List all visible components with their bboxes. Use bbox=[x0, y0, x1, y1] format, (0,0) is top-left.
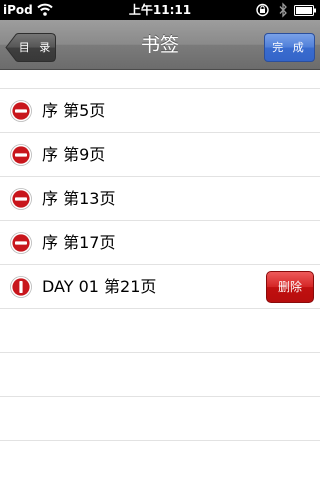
empty-row bbox=[0, 309, 320, 353]
done-button[interactable]: 完 成 bbox=[264, 33, 315, 62]
bookmark-label: 序 第9页 bbox=[42, 145, 106, 164]
empty-row bbox=[0, 397, 320, 441]
list-item[interactable]: 序 第9页 bbox=[0, 133, 320, 177]
delete-minus-icon[interactable] bbox=[10, 100, 32, 122]
screen: iPod 上午11:11 书签 目 录 完 成 序 第5页 序 第9页 序 第1… bbox=[0, 0, 320, 480]
bookmark-list: 序 第5页 序 第9页 序 第13页 序 第17页 DAY 01 第21页 删除 bbox=[0, 71, 320, 441]
list-item[interactable]: 序 第13页 bbox=[0, 177, 320, 221]
delete-minus-icon[interactable] bbox=[10, 232, 32, 254]
back-button-label: 目 录 bbox=[18, 41, 54, 54]
list-item[interactable]: DAY 01 第21页 删除 bbox=[0, 265, 320, 309]
bookmark-label: 序 第17页 bbox=[42, 233, 116, 252]
bookmark-label: 序 第5页 bbox=[42, 101, 106, 120]
bookmark-label: 序 第13页 bbox=[42, 189, 116, 208]
delete-minus-icon[interactable] bbox=[10, 144, 32, 166]
bookmark-label: DAY 01 第21页 bbox=[42, 277, 157, 296]
list-header-spacer bbox=[0, 71, 320, 89]
navigation-bar: 书签 目 录 完 成 bbox=[0, 20, 320, 70]
delete-minus-icon[interactable] bbox=[10, 188, 32, 210]
back-button[interactable]: 目 录 bbox=[5, 33, 56, 62]
delete-button[interactable]: 删除 bbox=[266, 271, 314, 303]
empty-row bbox=[0, 353, 320, 397]
delete-confirm-icon[interactable] bbox=[10, 276, 32, 298]
status-bar: iPod 上午11:11 bbox=[0, 0, 320, 20]
status-time: 上午11:11 bbox=[128, 3, 192, 17]
list-item[interactable]: 序 第5页 bbox=[0, 89, 320, 133]
battery-icon bbox=[294, 5, 316, 16]
list-item[interactable]: 序 第17页 bbox=[0, 221, 320, 265]
bluetooth-icon bbox=[279, 2, 287, 18]
rotation-lock-icon bbox=[256, 3, 269, 17]
